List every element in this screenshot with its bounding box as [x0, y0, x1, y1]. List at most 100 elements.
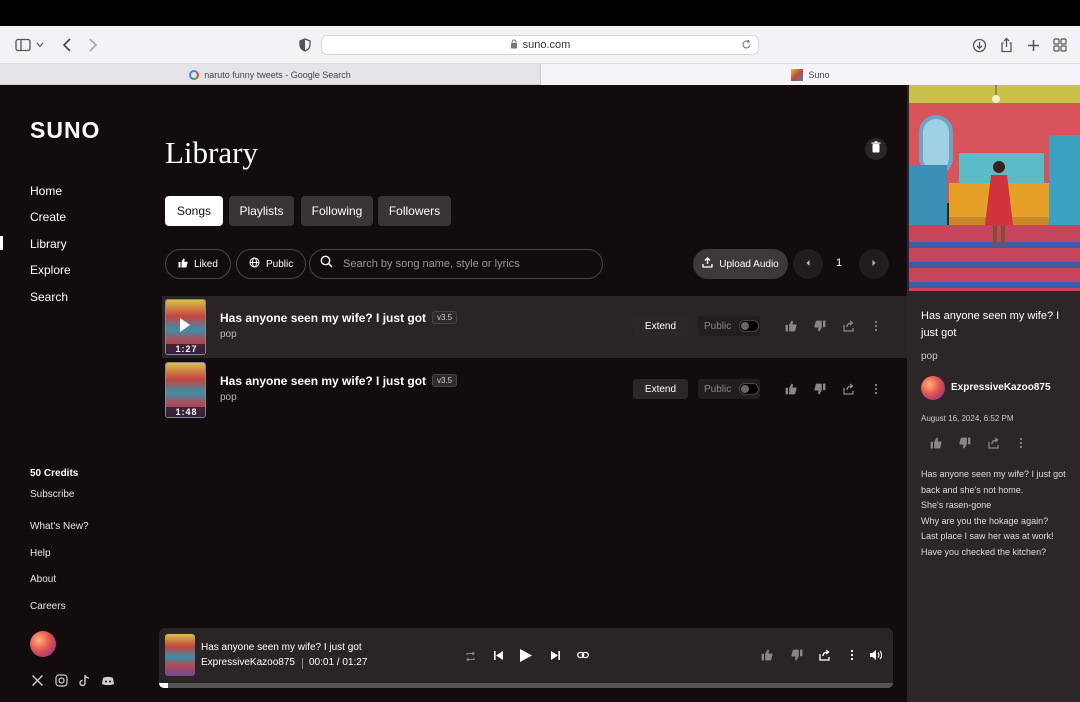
- search-input[interactable]: [343, 258, 583, 270]
- song-duration: 1:27: [166, 344, 205, 354]
- public-toggle[interactable]: Public: [698, 316, 760, 336]
- more-options-icon[interactable]: [869, 382, 883, 396]
- sidebar-toggle-icon[interactable]: [14, 36, 32, 54]
- thumbs-down-icon[interactable]: [813, 319, 827, 333]
- more-options-icon[interactable]: [1014, 436, 1028, 450]
- thumbs-up-icon[interactable]: [784, 319, 798, 333]
- browser-tabs: naruto funny tweets - Google Search Suno: [0, 64, 1080, 85]
- thumbs-up-icon[interactable]: [784, 382, 798, 396]
- nav-explore[interactable]: Explore: [30, 263, 71, 277]
- more-options-icon[interactable]: [869, 319, 883, 333]
- trash-icon: [871, 140, 881, 158]
- nav-home[interactable]: Home: [30, 184, 62, 198]
- player-cover-art[interactable]: [165, 634, 195, 676]
- song-title[interactable]: Has anyone seen my wife? I just got: [220, 311, 426, 325]
- whats-new-link[interactable]: What's New?: [30, 521, 89, 532]
- toggle-switch[interactable]: [739, 383, 760, 395]
- thumbs-up-icon[interactable]: [929, 436, 943, 450]
- song-row[interactable]: 1:27 Has anyone seen my wife? I just got…: [162, 296, 907, 358]
- library-main: Library Songs Playlists Following Follow…: [140, 85, 907, 702]
- divider: [302, 658, 303, 669]
- back-icon[interactable]: [58, 36, 76, 54]
- careers-link[interactable]: Careers: [30, 601, 66, 612]
- version-badge: v3.5: [432, 311, 458, 324]
- song-thumbnail[interactable]: 1:27: [165, 299, 206, 355]
- share-icon[interactable]: [818, 648, 832, 662]
- more-options-icon[interactable]: [846, 648, 858, 662]
- tab-playlists[interactable]: Playlists: [229, 196, 294, 226]
- chevron-left-icon: [805, 259, 811, 270]
- link-icon[interactable]: [576, 648, 590, 662]
- next-track-icon[interactable]: [548, 648, 562, 662]
- lyric-line: back and she's not home.: [921, 484, 1024, 495]
- page-number: 1: [836, 257, 843, 269]
- url-bar[interactable]: suno.com: [321, 35, 759, 55]
- previous-track-icon[interactable]: [491, 648, 505, 662]
- nav-library[interactable]: Library: [30, 237, 67, 251]
- thumbs-down-icon[interactable]: [790, 648, 804, 662]
- tab-google-search[interactable]: naruto funny tweets - Google Search: [0, 64, 540, 85]
- discord-icon[interactable]: [101, 674, 115, 688]
- song-style[interactable]: pop: [220, 392, 237, 403]
- prev-page-button[interactable]: [793, 249, 823, 279]
- menu-bar: [0, 0, 1080, 26]
- subscribe-link[interactable]: Subscribe: [30, 489, 74, 500]
- tab-followers[interactable]: Followers: [378, 196, 451, 226]
- detail-song-style[interactable]: pop: [921, 351, 938, 362]
- thumbs-up-icon[interactable]: [760, 648, 774, 662]
- reload-icon[interactable]: [741, 39, 752, 53]
- progress-bar[interactable]: [159, 683, 893, 688]
- next-page-button[interactable]: [859, 249, 889, 279]
- volume-icon[interactable]: [868, 648, 884, 662]
- download-icon[interactable]: [970, 36, 988, 54]
- share-icon[interactable]: [842, 382, 856, 396]
- player-artist[interactable]: ExpressiveKazoo875: [201, 657, 295, 668]
- tab-songs[interactable]: Songs: [165, 196, 223, 226]
- instagram-icon[interactable]: [55, 674, 69, 688]
- song-thumbnail[interactable]: 1:48: [165, 362, 206, 418]
- tab-following[interactable]: Following: [301, 196, 373, 226]
- tiktok-icon[interactable]: [78, 674, 92, 688]
- player-song-title[interactable]: Has anyone seen my wife? I just got: [201, 642, 362, 653]
- help-link[interactable]: Help: [30, 548, 51, 559]
- shield-icon[interactable]: [296, 36, 314, 54]
- detail-username[interactable]: ExpressiveKazoo875: [951, 382, 1051, 393]
- suno-app: SUNO Home Create Library Explore Search …: [0, 85, 1080, 702]
- forward-icon[interactable]: [84, 36, 102, 54]
- thumbs-down-icon[interactable]: [958, 436, 972, 450]
- avatar[interactable]: [30, 631, 56, 657]
- trash-button[interactable]: [865, 138, 887, 160]
- song-search[interactable]: [309, 249, 603, 279]
- chevron-down-icon[interactable]: [34, 36, 46, 54]
- thumbs-down-icon[interactable]: [813, 382, 827, 396]
- suno-logo[interactable]: SUNO: [30, 117, 100, 144]
- tab-label: naruto funny tweets - Google Search: [204, 69, 351, 80]
- share-icon[interactable]: [842, 319, 856, 333]
- player-time: 00:01 / 01:27: [309, 657, 368, 668]
- extend-button[interactable]: Extend: [633, 379, 688, 399]
- play-icon[interactable]: [517, 646, 535, 664]
- song-row[interactable]: 1:48 Has anyone seen my wife? I just got…: [162, 359, 907, 421]
- x-icon[interactable]: [31, 674, 45, 688]
- extend-button[interactable]: Extend: [633, 316, 688, 336]
- share-icon[interactable]: [987, 436, 1001, 450]
- cover-image[interactable]: [909, 85, 1080, 291]
- upload-audio-button[interactable]: Upload Audio: [693, 249, 788, 279]
- liked-filter-button[interactable]: Liked: [165, 249, 231, 279]
- nav-create[interactable]: Create: [30, 210, 66, 224]
- song-style[interactable]: pop: [220, 329, 237, 340]
- tab-overview-icon[interactable]: [1051, 36, 1069, 54]
- repeat-icon[interactable]: [464, 650, 476, 662]
- song-title[interactable]: Has anyone seen my wife? I just got: [220, 374, 426, 388]
- share-icon[interactable]: [997, 36, 1015, 54]
- nav-search[interactable]: Search: [30, 290, 68, 304]
- new-tab-icon[interactable]: [1024, 36, 1042, 54]
- avatar[interactable]: [921, 376, 945, 400]
- lyric-line: Have you checked the kitchen?: [921, 546, 1047, 557]
- tab-suno[interactable]: Suno: [540, 64, 1080, 85]
- public-toggle[interactable]: Public: [698, 379, 760, 399]
- about-link[interactable]: About: [30, 574, 56, 585]
- toggle-switch[interactable]: [739, 320, 760, 332]
- public-filter-button[interactable]: Public: [236, 249, 307, 279]
- play-icon: [180, 318, 190, 332]
